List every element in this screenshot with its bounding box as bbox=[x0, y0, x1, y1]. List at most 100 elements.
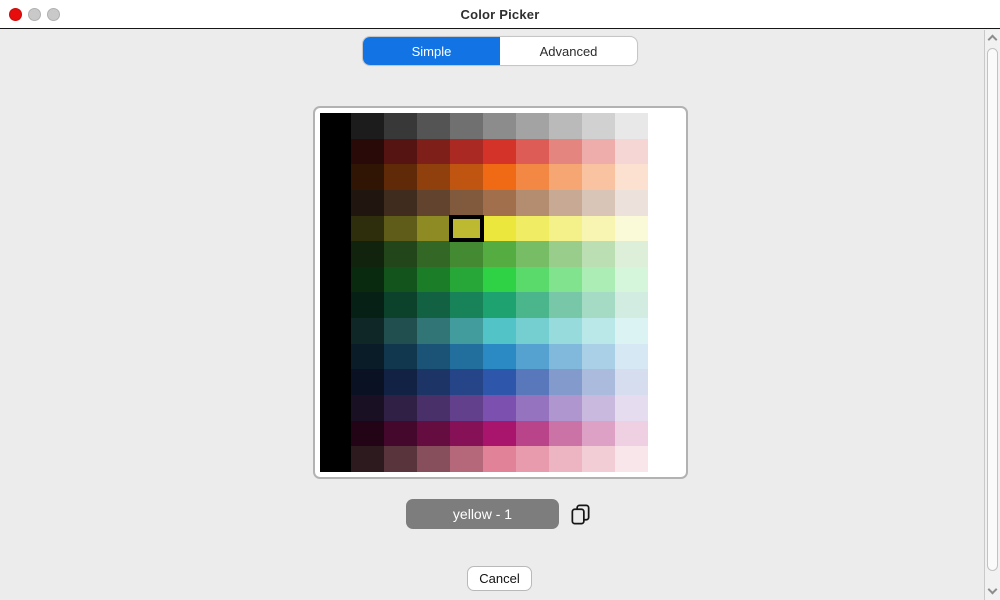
palette-cell-emerald-white[interactable] bbox=[648, 292, 681, 318]
palette-cell-brown-1[interactable] bbox=[351, 190, 384, 216]
palette-cell-magenta-8[interactable] bbox=[582, 421, 615, 447]
palette-cell-green-black[interactable] bbox=[320, 241, 351, 267]
palette-cell-gray-white[interactable] bbox=[648, 113, 681, 139]
palette-cell-gray-black[interactable] bbox=[320, 113, 351, 139]
palette-cell-bright-green-2[interactable] bbox=[384, 267, 417, 293]
palette-cell-rose-black[interactable] bbox=[320, 446, 351, 472]
palette-cell-green-7[interactable] bbox=[549, 241, 582, 267]
palette-cell-green-2[interactable] bbox=[384, 241, 417, 267]
palette-cell-emerald-1[interactable] bbox=[351, 292, 384, 318]
palette-cell-magenta-white[interactable] bbox=[648, 421, 681, 447]
copy-button[interactable] bbox=[567, 502, 593, 527]
palette-cell-orange-1[interactable] bbox=[351, 164, 384, 190]
palette-cell-orange-black[interactable] bbox=[320, 164, 351, 190]
palette-cell-blue-4[interactable] bbox=[450, 344, 483, 370]
palette-cell-indigo-4[interactable] bbox=[450, 369, 483, 395]
palette-cell-emerald-3[interactable] bbox=[417, 292, 450, 318]
palette-cell-gray-6[interactable] bbox=[516, 113, 549, 139]
palette-cell-blue-5[interactable] bbox=[483, 344, 516, 370]
palette-cell-red-white[interactable] bbox=[648, 139, 681, 165]
palette-cell-emerald-8[interactable] bbox=[582, 292, 615, 318]
palette-cell-rose-4[interactable] bbox=[450, 446, 483, 472]
palette-cell-brown-white[interactable] bbox=[648, 190, 681, 216]
scrollbar-thumb[interactable] bbox=[987, 48, 998, 571]
palette-cell-turquoise-3[interactable] bbox=[417, 318, 450, 344]
palette-cell-magenta-7[interactable] bbox=[549, 421, 582, 447]
palette-cell-brown-6[interactable] bbox=[516, 190, 549, 216]
palette-cell-purple-1[interactable] bbox=[351, 395, 384, 421]
palette-cell-green-5[interactable] bbox=[483, 241, 516, 267]
palette-cell-green-8[interactable] bbox=[582, 241, 615, 267]
palette-cell-rose-3[interactable] bbox=[417, 446, 450, 472]
palette-cell-indigo-7[interactable] bbox=[549, 369, 582, 395]
palette-cell-rose-6[interactable] bbox=[516, 446, 549, 472]
palette-cell-turquoise-black[interactable] bbox=[320, 318, 351, 344]
palette-cell-blue-3[interactable] bbox=[417, 344, 450, 370]
palette-cell-red-9[interactable] bbox=[615, 139, 648, 165]
tab-simple[interactable]: Simple bbox=[363, 37, 500, 65]
palette-cell-rose-5[interactable] bbox=[483, 446, 516, 472]
palette-cell-rose-1[interactable] bbox=[351, 446, 384, 472]
palette-cell-green-white[interactable] bbox=[648, 241, 681, 267]
palette-cell-gray-9[interactable] bbox=[615, 113, 648, 139]
palette-cell-green-4[interactable] bbox=[450, 241, 483, 267]
cancel-button[interactable]: Cancel bbox=[467, 566, 532, 591]
tab-advanced[interactable]: Advanced bbox=[500, 37, 637, 65]
palette-cell-brown-8[interactable] bbox=[582, 190, 615, 216]
palette-cell-purple-7[interactable] bbox=[549, 395, 582, 421]
palette-cell-rose-8[interactable] bbox=[582, 446, 615, 472]
palette-cell-purple-3[interactable] bbox=[417, 395, 450, 421]
palette-cell-indigo-3[interactable] bbox=[417, 369, 450, 395]
palette-cell-magenta-9[interactable] bbox=[615, 421, 648, 447]
palette-cell-turquoise-7[interactable] bbox=[549, 318, 582, 344]
palette-cell-turquoise-1[interactable] bbox=[351, 318, 384, 344]
maximize-button[interactable] bbox=[47, 8, 60, 21]
palette-cell-magenta-1[interactable] bbox=[351, 421, 384, 447]
palette-cell-brown-3[interactable] bbox=[417, 190, 450, 216]
close-button[interactable] bbox=[9, 8, 22, 21]
palette-cell-yellow-5[interactable] bbox=[483, 216, 516, 242]
chevron-up-icon[interactable] bbox=[988, 35, 998, 45]
palette-cell-blue-1[interactable] bbox=[351, 344, 384, 370]
palette-cell-blue-6[interactable] bbox=[516, 344, 549, 370]
palette-cell-gray-7[interactable] bbox=[549, 113, 582, 139]
palette-cell-rose-2[interactable] bbox=[384, 446, 417, 472]
palette-cell-bright-green-7[interactable] bbox=[549, 267, 582, 293]
palette-cell-blue-white[interactable] bbox=[648, 344, 681, 370]
palette-cell-brown-9[interactable] bbox=[615, 190, 648, 216]
palette-cell-emerald-black[interactable] bbox=[320, 292, 351, 318]
palette-cell-orange-3[interactable] bbox=[417, 164, 450, 190]
palette-cell-turquoise-2[interactable] bbox=[384, 318, 417, 344]
palette-cell-blue-black[interactable] bbox=[320, 344, 351, 370]
palette-cell-rose-7[interactable] bbox=[549, 446, 582, 472]
palette-cell-magenta-4[interactable] bbox=[450, 421, 483, 447]
palette-cell-red-6[interactable] bbox=[516, 139, 549, 165]
palette-cell-purple-5[interactable] bbox=[483, 395, 516, 421]
palette-cell-emerald-2[interactable] bbox=[384, 292, 417, 318]
palette-cell-brown-7[interactable] bbox=[549, 190, 582, 216]
palette-cell-magenta-5[interactable] bbox=[483, 421, 516, 447]
palette-cell-red-8[interactable] bbox=[582, 139, 615, 165]
palette-cell-yellow-7[interactable] bbox=[549, 216, 582, 242]
palette-cell-turquoise-4[interactable] bbox=[450, 318, 483, 344]
palette-cell-red-2[interactable] bbox=[384, 139, 417, 165]
palette-cell-orange-6[interactable] bbox=[516, 164, 549, 190]
palette-cell-indigo-2[interactable] bbox=[384, 369, 417, 395]
palette-cell-bright-green-8[interactable] bbox=[582, 267, 615, 293]
minimize-button[interactable] bbox=[28, 8, 41, 21]
palette-cell-gray-2[interactable] bbox=[384, 113, 417, 139]
palette-cell-brown-black[interactable] bbox=[320, 190, 351, 216]
palette-cell-purple-4[interactable] bbox=[450, 395, 483, 421]
palette-cell-bright-green-white[interactable] bbox=[648, 267, 681, 293]
palette-cell-indigo-white[interactable] bbox=[648, 369, 681, 395]
palette-cell-orange-4[interactable] bbox=[450, 164, 483, 190]
palette-cell-orange-9[interactable] bbox=[615, 164, 648, 190]
palette-cell-purple-6[interactable] bbox=[516, 395, 549, 421]
palette-cell-purple-8[interactable] bbox=[582, 395, 615, 421]
palette-cell-green-1[interactable] bbox=[351, 241, 384, 267]
palette-cell-emerald-9[interactable] bbox=[615, 292, 648, 318]
palette-cell-blue-8[interactable] bbox=[582, 344, 615, 370]
palette-cell-yellow-white[interactable] bbox=[648, 216, 681, 242]
palette-cell-yellow-9[interactable] bbox=[615, 216, 648, 242]
palette-cell-emerald-7[interactable] bbox=[549, 292, 582, 318]
